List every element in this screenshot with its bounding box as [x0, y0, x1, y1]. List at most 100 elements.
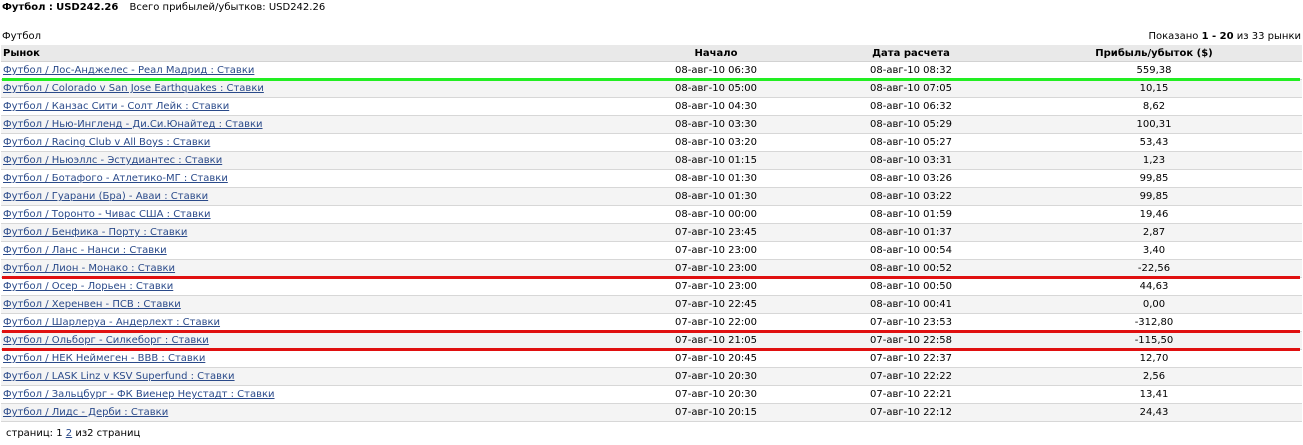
column-header-settled: Дата расчета	[816, 45, 1006, 62]
summary-line: Футбол : USD242.26 Всего прибылей/убытко…	[2, 2, 325, 13]
table-row: Футбол / Гуарани (Бра) - Аваи : Ставки 08…	[1, 187, 1302, 206]
table-row: Футбол / Нью-Ингленд - Ди.Си.Юнайтед : С…	[1, 115, 1302, 134]
settled-cell: 07-авг-10 22:37	[816, 349, 1006, 368]
market-cell: Футбол / LASK Linz v KSV Superfund : Ста…	[1, 367, 616, 386]
market-cell: Футбол / Гуарани (Бра) - Аваи : Ставки	[1, 187, 616, 206]
settled-cell: 07-авг-10 22:12	[816, 403, 1006, 422]
table-row: Футбол / Осер - Лорьен : Ставки 07-авг-10…	[1, 277, 1302, 296]
market-cell: Футбол / Бенфика - Порту : Ставки	[1, 223, 616, 242]
profit-loss-cell: 99,85	[1006, 169, 1302, 188]
market-link[interactable]: Футбол / Ольборг - Силкеборг : Ставки	[3, 335, 209, 346]
market-link[interactable]: Футбол / Зальцбург - ФК Виенер Неустадт …	[3, 389, 275, 400]
settled-cell: 08-авг-10 05:29	[816, 115, 1006, 134]
pagination-label: страниц:	[6, 428, 54, 439]
all-total-label: Всего прибылей/убытков:	[129, 2, 266, 13]
markets-table: Рынок Начало Дата расчета Прибыль/убыток…	[1, 45, 1302, 422]
red-highlight-line	[2, 275, 1300, 279]
start-cell: 08-авг-10 01:15	[616, 151, 816, 170]
market-cell: Футбол / Ланс - Нанси : Ставки	[1, 241, 616, 260]
market-link[interactable]: Футбол / Лион - Монако : Ставки	[3, 263, 175, 274]
start-cell: 08-авг-10 05:00	[616, 79, 816, 98]
section-title: Футбол	[2, 31, 42, 42]
table-row: Футбол / НЕК Неймеген - ВВВ : Ставки 07-а…	[1, 349, 1302, 368]
market-link[interactable]: Футбол / Торонто - Чивас США : Ставки	[3, 209, 211, 220]
results-suffix: из 33 рынки	[1236, 31, 1301, 42]
start-cell: 08-авг-10 01:30	[616, 169, 816, 188]
start-cell: 08-авг-10 01:30	[616, 187, 816, 206]
table-row: Футбол / Colorado v San Jose Earthquakes…	[1, 79, 1302, 98]
pagination: страниц: 1 2 из2 страниц	[6, 428, 140, 439]
market-link[interactable]: Футбол / НЕК Неймеген - ВВВ : Ставки	[3, 353, 205, 364]
market-link[interactable]: Футбол / LASK Linz v KSV Superfund : Ста…	[3, 371, 235, 382]
market-link[interactable]: Футбол / Гуарани (Бра) - Аваи : Ставки	[3, 191, 208, 202]
start-cell: 07-авг-10 20:30	[616, 385, 816, 404]
profit-loss-cell: 99,85	[1006, 187, 1302, 206]
section-header: Футбол Показано 1 - 20 из 33 рынки	[2, 31, 1301, 45]
table-row: Футбол / Зальцбург - ФК Виенер Неустадт …	[1, 385, 1302, 404]
settled-cell: 08-авг-10 03:22	[816, 187, 1006, 206]
red-highlight-line	[2, 329, 1300, 333]
settled-cell: 08-авг-10 03:26	[816, 169, 1006, 188]
settled-cell: 08-авг-10 03:31	[816, 151, 1006, 170]
start-cell: 07-авг-10 23:00	[616, 277, 816, 296]
profit-loss-cell: 12,70	[1006, 349, 1302, 368]
settled-cell: 08-авг-10 05:27	[816, 133, 1006, 152]
market-link[interactable]: Футбол / Нью-Ингленд - Ди.Си.Юнайтед : С…	[3, 119, 263, 130]
pagination-summary: из2 страниц	[75, 428, 141, 439]
market-cell: Футбол / Нью-Ингленд - Ди.Си.Юнайтед : С…	[1, 115, 616, 134]
market-link[interactable]: Футбол / Лидс - Дерби : Ставки	[3, 407, 168, 418]
page-2-link[interactable]: 2	[66, 428, 72, 439]
market-link[interactable]: Футбол / Ланс - Нанси : Ставки	[3, 245, 167, 256]
red-highlight-line	[2, 347, 1300, 351]
settled-cell: 08-авг-10 06:32	[816, 97, 1006, 116]
market-cell: Футбол / Colorado v San Jose Earthquakes…	[1, 79, 616, 98]
market-link[interactable]: Футбол / Racing Club v All Boys : Ставки	[3, 137, 210, 148]
column-header-profit-loss: Прибыль/убыток ($)	[1006, 45, 1302, 62]
market-cell: Футбол / Racing Club v All Boys : Ставки	[1, 133, 616, 152]
profit-loss-cell: 2,87	[1006, 223, 1302, 242]
table-row: Футбол / Racing Club v All Boys : Ставки…	[1, 133, 1302, 152]
settled-cell: 08-авг-10 00:54	[816, 241, 1006, 260]
table-row: Футбол / LASK Linz v KSV Superfund : Ста…	[1, 367, 1302, 386]
start-cell: 07-авг-10 20:45	[616, 349, 816, 368]
profit-loss-cell: 13,41	[1006, 385, 1302, 404]
all-total-value: USD242.26	[268, 2, 326, 13]
settled-cell: 07-авг-10 22:22	[816, 367, 1006, 386]
table-row: Футбол / Бенфика - Порту : Ставки 07-авг-…	[1, 223, 1302, 242]
table-row: Футбол / Канзас Сити - Солт Лейк : Ставк…	[1, 97, 1302, 116]
market-cell: Футбол / Херенвен - ПСВ : Ставки	[1, 295, 616, 314]
market-link[interactable]: Футбол / Ботафого - Атлетико-МГ : Ставки	[3, 173, 228, 184]
start-cell: 08-авг-10 03:30	[616, 115, 816, 134]
results-prefix: Показано	[1148, 31, 1199, 42]
market-link[interactable]: Футбол / Ньюэллс - Эстудиантес : Ставки	[3, 155, 222, 166]
profit-loss-cell: 100,31	[1006, 115, 1302, 134]
table-header-row: Рынок Начало Дата расчета Прибыль/убыток…	[1, 45, 1302, 62]
table-row: Футбол / Ньюэллс - Эстудиантес : Ставки 0…	[1, 151, 1302, 170]
market-cell: Футбол / Зальцбург - ФК Виенер Неустадт …	[1, 385, 616, 404]
profit-loss-cell: 8,62	[1006, 97, 1302, 116]
table-row: Футбол / Лидс - Дерби : Ставки 07-авг-10 …	[1, 403, 1302, 422]
market-cell: Футбол / Канзас Сити - Солт Лейк : Ставк…	[1, 97, 616, 116]
market-cell: Футбол / Торонто - Чивас США : Ставки	[1, 205, 616, 224]
settled-cell: 08-авг-10 07:05	[816, 79, 1006, 98]
start-cell: 08-авг-10 03:20	[616, 133, 816, 152]
market-link[interactable]: Футбол / Херенвен - ПСВ : Ставки	[3, 299, 181, 310]
market-link[interactable]: Футбол / Бенфика - Порту : Ставки	[3, 227, 187, 238]
market-link[interactable]: Футбол / Осер - Лорьен : Ставки	[3, 281, 173, 292]
column-header-start: Начало	[616, 45, 816, 62]
table-row: Футбол / Ланс - Нанси : Ставки 07-авг-10 …	[1, 241, 1302, 260]
settled-cell: 08-авг-10 00:50	[816, 277, 1006, 296]
page-1: 1	[56, 428, 63, 439]
start-cell: 07-авг-10 20:15	[616, 403, 816, 422]
sport-label: Футбол :	[2, 2, 53, 13]
market-link[interactable]: Футбол / Лос-Анджелес - Реал Мадрид : Ст…	[3, 65, 254, 76]
start-cell: 07-авг-10 22:45	[616, 295, 816, 314]
table-row: Футбол / Торонто - Чивас США : Ставки 08-…	[1, 205, 1302, 224]
profit-loss-cell: 10,15	[1006, 79, 1302, 98]
profit-loss-cell: 1,23	[1006, 151, 1302, 170]
table-row: Футбол / Ботафого - Атлетико-МГ : Ставки…	[1, 169, 1302, 188]
market-link[interactable]: Футбол / Шарлеруа - Андерлехт : Ставки	[3, 317, 220, 328]
start-cell: 08-авг-10 00:00	[616, 205, 816, 224]
market-link[interactable]: Футбол / Канзас Сити - Солт Лейк : Ставк…	[3, 101, 229, 112]
market-link[interactable]: Футбол / Colorado v San Jose Earthquakes…	[3, 83, 264, 94]
